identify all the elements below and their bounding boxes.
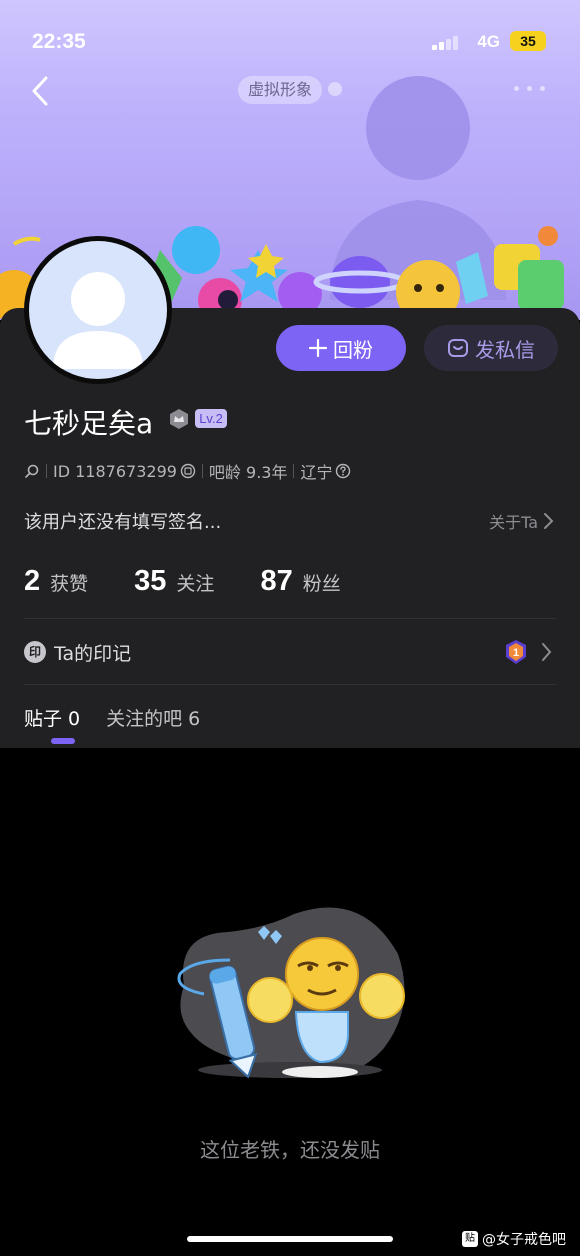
content-tabs: 贴子 0 关注的吧 6 xyxy=(24,704,226,730)
signal-icon xyxy=(432,36,460,50)
stat-following-value: 35 xyxy=(134,565,167,597)
private-message-label: 发私信 xyxy=(475,337,535,362)
about-ta-link[interactable]: 关于Ta xyxy=(489,509,554,533)
battery-icon: 35 xyxy=(510,31,546,51)
empty-state-text: 这位老铁，还没发贴 xyxy=(200,1138,380,1162)
search-icon xyxy=(25,464,39,478)
stat-fans[interactable]: 87 粉丝 xyxy=(260,565,340,598)
home-indicator[interactable] xyxy=(187,1236,393,1242)
virtual-avatar-dot xyxy=(328,82,342,96)
tab-followed-bars[interactable]: 关注的吧 6 xyxy=(106,704,200,730)
stat-following[interactable]: 35 关注 xyxy=(134,565,214,598)
username: 七秒足矣a xyxy=(24,407,154,440)
private-message-button[interactable]: 发私信 xyxy=(424,325,558,371)
divider xyxy=(24,618,556,619)
stat-likes-value: 2 xyxy=(24,565,41,597)
status-time: 22:35 xyxy=(32,30,86,53)
crown-badge-icon[interactable] xyxy=(168,408,190,430)
chevron-right-icon xyxy=(544,513,554,529)
follow-back-label: 回粉 xyxy=(333,337,373,362)
meta-separator xyxy=(46,464,47,478)
about-ta-label: 关于Ta xyxy=(489,513,538,532)
avatar[interactable] xyxy=(24,236,172,384)
watermark-text: @女子戒色吧 xyxy=(482,1232,566,1248)
meta-separator xyxy=(293,464,295,478)
message-icon xyxy=(448,339,468,357)
more-icon[interactable] xyxy=(514,84,548,94)
network-label: 4G xyxy=(477,32,500,51)
status-bar: 22:35 4G 35 xyxy=(32,30,560,56)
stats-row: 2 获赞 35 关注 87 粉丝 xyxy=(24,565,387,605)
help-icon[interactable] xyxy=(335,463,351,479)
stat-following-label: 关注 xyxy=(176,573,215,595)
copy-icon[interactable] xyxy=(180,463,196,479)
plus-icon xyxy=(309,339,327,357)
virtual-avatar-tag[interactable]: 虚拟形象 xyxy=(238,76,323,104)
back-icon[interactable] xyxy=(26,74,56,108)
location: 辽宁 xyxy=(300,463,333,482)
imprint-row[interactable]: 印 Ta的印记 xyxy=(24,640,132,665)
user-id: ID 1187673299 xyxy=(53,461,177,481)
chevron-right-icon[interactable] xyxy=(540,642,552,662)
bio-text: 该用户还没有填写签名... xyxy=(24,512,222,533)
tab-posts[interactable]: 贴子 0 xyxy=(24,704,80,730)
imprint-label: Ta的印记 xyxy=(54,642,132,665)
medal-number: 1 xyxy=(513,647,519,659)
follow-back-button[interactable]: 回粉 xyxy=(276,325,406,371)
stat-fans-label: 粉丝 xyxy=(302,573,341,595)
level-badge[interactable]: Lv.2 xyxy=(195,409,227,428)
meta-separator xyxy=(201,464,203,478)
stat-likes-label: 获赞 xyxy=(50,573,89,595)
imprint-icon: 印 xyxy=(24,641,46,663)
watermark: 贴 @女子戒色吧 xyxy=(462,1229,566,1249)
bar-age: 吧龄 9.3年 xyxy=(208,463,288,482)
stat-fans-value: 87 xyxy=(260,565,293,597)
divider xyxy=(24,684,556,685)
profile-meta: ID 1187673299 吧龄 9.3年 辽宁 xyxy=(24,460,351,482)
medal-icon[interactable]: 1 xyxy=(504,639,528,665)
stat-likes[interactable]: 2 获赞 xyxy=(24,565,88,598)
watermark-logo-icon: 贴 xyxy=(462,1231,478,1247)
empty-state-illustration xyxy=(177,907,405,1079)
active-tab-indicator xyxy=(51,738,75,744)
